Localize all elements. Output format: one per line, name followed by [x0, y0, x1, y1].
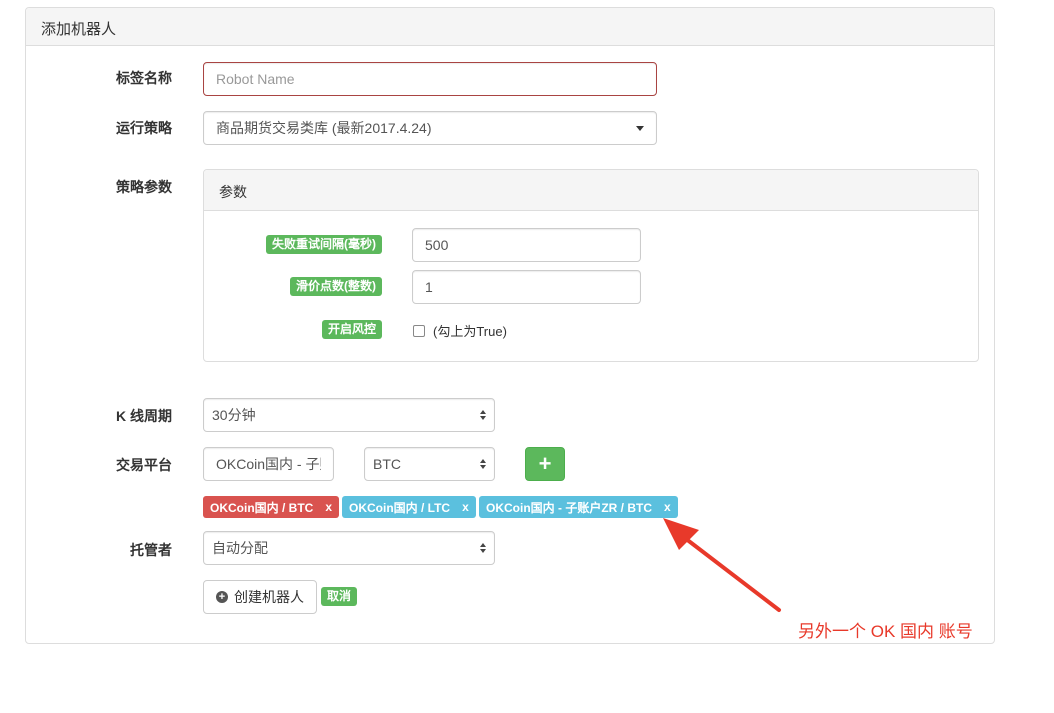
cancel-button[interactable]: 取消 — [321, 587, 358, 606]
slippage-value: 1 — [425, 279, 433, 295]
robot-name-placeholder: Robot Name — [216, 71, 295, 87]
param-badge: 滑价点数(整数) — [290, 277, 382, 296]
params-panel: 参数 失败重试间隔(毫秒) 500 滑价点数(整数) 1 开启风控 (勾上为Tr… — [203, 169, 979, 362]
host-label: 托管者 — [130, 542, 172, 558]
params-panel-title: 参数 — [204, 170, 978, 211]
tag-name-label: 标签名称 — [116, 70, 172, 86]
params-label: 策略参数 — [116, 179, 172, 195]
plus-icon: + — [538, 451, 552, 476]
exchange-tag-text: OKCoin国内 - 子账户ZR / BTC — [486, 500, 652, 515]
pair-select[interactable]: BTC — [364, 447, 495, 481]
platform-selected: OKCoin国内 - 子账户ZR — [216, 456, 321, 472]
kline-selected: 30分钟 — [212, 407, 256, 423]
risk-control-row: (勾上为True) — [413, 321, 507, 340]
exchange-tag: OKCoin国内 - 子账户ZR / BTC x — [479, 496, 678, 518]
strategy-select[interactable]: 商品期货交易类库 (最新2017.4.24) — [203, 111, 657, 145]
exchange-tag: OKCoin国内 / LTC x — [342, 496, 476, 518]
retry-interval-input[interactable]: 500 — [412, 228, 641, 262]
risk-control-checkbox-label: (勾上为True) — [433, 324, 507, 339]
param-badge: 失败重试间隔(毫秒) — [266, 235, 382, 254]
plus-circle-icon: + — [216, 591, 228, 603]
param-label-risk: 开启风控 — [321, 320, 382, 339]
slippage-input[interactable]: 1 — [412, 270, 641, 304]
host-selected: 自动分配 — [212, 540, 268, 556]
kline-label: K 线周期 — [116, 408, 172, 424]
updown-arrows-icon — [480, 459, 486, 469]
exchange-tag: OKCoin国内 / BTC x — [203, 496, 340, 518]
kline-select[interactable]: 30分钟 — [203, 398, 495, 432]
exchange-tag-text: OKCoin国内 / BTC — [210, 500, 314, 515]
risk-control-checkbox[interactable] — [413, 324, 425, 337]
strategy-label: 运行策略 — [116, 120, 172, 136]
host-select[interactable]: 自动分配 — [203, 531, 495, 565]
remove-tag-icon[interactable]: x — [462, 500, 469, 514]
annotation-text: 另外一个 OK 国内 账号 — [798, 622, 973, 641]
annotation-arrow — [663, 518, 781, 612]
add-exchange-button[interactable]: + — [525, 447, 565, 481]
pair-selected: BTC — [373, 456, 401, 472]
platform-select[interactable]: OKCoin国内 - 子账户ZR — [203, 447, 334, 481]
create-robot-button[interactable]: + 创建机器人 — [203, 580, 317, 614]
strategy-selected: 商品期货交易类库 (最新2017.4.24) — [216, 120, 432, 136]
add-robot-panel: 添加机器人 标签名称 Robot Name 运行策略 商品期货交易类库 (最新2… — [25, 7, 995, 644]
chevron-down-icon — [636, 125, 644, 131]
exchange-label: 交易平台 — [116, 457, 172, 473]
exchange-tag-text: OKCoin国内 / LTC — [349, 500, 451, 515]
updown-arrows-icon — [480, 543, 486, 553]
param-badge: 开启风控 — [321, 320, 382, 339]
remove-tag-icon[interactable]: x — [325, 500, 332, 514]
create-robot-label: 创建机器人 — [234, 589, 304, 605]
updown-arrows-icon — [480, 410, 486, 420]
panel-title: 添加机器人 — [26, 8, 994, 46]
param-label-retry: 失败重试间隔(毫秒) — [266, 235, 382, 254]
param-label-slippage: 滑价点数(整数) — [290, 277, 382, 296]
robot-name-input[interactable]: Robot Name — [203, 62, 657, 96]
retry-interval-value: 500 — [425, 237, 449, 253]
